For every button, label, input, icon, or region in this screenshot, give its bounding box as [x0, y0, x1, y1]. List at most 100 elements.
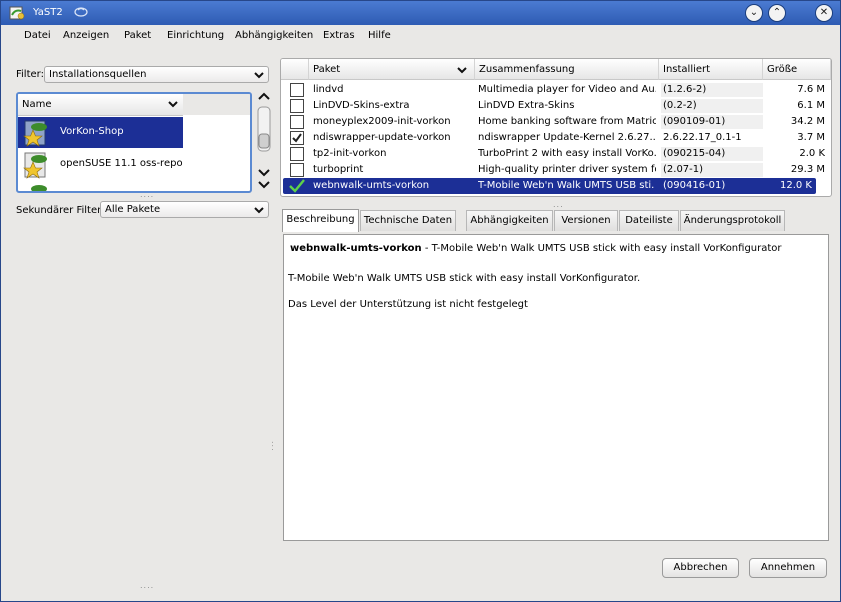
package-size: 12.0 K — [779, 180, 812, 191]
package-version-box: (1.2.6-2) — [661, 83, 763, 97]
table-row-selected[interactable]: webnwalk-umts-vorkon T-Mobile Web'n Walk… — [283, 178, 816, 194]
accept-button[interactable]: Annehmen — [749, 558, 827, 578]
package-summary: Home banking software from Matric... — [478, 116, 656, 127]
table-row[interactable]: ndiswrapper-update-vorkon ndiswrapper Up… — [281, 130, 831, 146]
tab-label: Versionen — [561, 215, 611, 226]
description-body: T-Mobile Web'n Walk UMTS USB stick with … — [288, 273, 641, 284]
chevron-down-icon — [457, 67, 467, 74]
package-size: 6.1 M — [797, 100, 825, 111]
window-title: YaST2 — [33, 7, 63, 18]
tab-versionen[interactable]: Versionen — [554, 210, 618, 231]
menu-einrichtung[interactable]: Einrichtung — [167, 30, 224, 41]
status-checkbox-checked[interactable] — [290, 131, 304, 145]
splitter-handle[interactable]: .... — [140, 190, 154, 199]
repo-list-header-label: Name — [22, 99, 52, 110]
table-row[interactable]: moneyplex2009-init-vorkon Home banking s… — [281, 114, 831, 130]
status-checkbox[interactable] — [290, 83, 304, 97]
yast-app-icon — [9, 6, 25, 20]
status-checkbox[interactable] — [290, 147, 304, 161]
status-checkbox[interactable] — [290, 99, 304, 113]
filter-label: Filter: — [16, 69, 44, 80]
column-header-installiert[interactable]: Installiert (Verfügbar) — [659, 59, 763, 96]
description-heading-summary: - T-Mobile Web'n Walk UMTS USB stick wit… — [421, 243, 782, 254]
cancel-button[interactable]: Abbrechen — [662, 558, 739, 578]
package-version-box: (090109-01) — [661, 115, 763, 129]
repo-item-label: VorKon-Shop — [60, 126, 124, 137]
table-row[interactable]: turboprint High-quality printer driver s… — [281, 162, 831, 178]
package-version: (2.07-1) — [663, 164, 704, 175]
menu-bar: Datei Anzeigen Paket Einrichtung Abhängi… — [1, 25, 840, 47]
column-header-status[interactable] — [281, 59, 309, 80]
repo-list-scrollbar[interactable] — [256, 92, 272, 193]
repo-list-header-name[interactable]: Name — [18, 94, 183, 116]
table-row[interactable]: LinDVD-Skins-extra LinDVD Extra-Skins (0… — [281, 98, 831, 114]
package-summary: LinDVD Extra-Skins — [478, 100, 575, 111]
package-summary: ndiswrapper Update-Kernel 2.6.27.... — [478, 132, 656, 143]
column-header-paket[interactable]: Paket — [309, 59, 475, 80]
package-table[interactable]: Paket Zusammenfassung Installiert (Verfü… — [280, 58, 832, 197]
package-size: 2.0 K — [799, 148, 825, 159]
chevron-down-icon — [254, 72, 264, 79]
tab-beschreibung[interactable]: Beschreibung — [282, 209, 359, 232]
filter-select[interactable]: Installationsquellen — [44, 66, 269, 83]
tab-label: Änderungsprotokoll — [683, 215, 782, 226]
package-version: (090109-01) — [663, 116, 726, 127]
package-name: LinDVD-Skins-extra — [313, 100, 410, 111]
repository-list[interactable]: Name VorKon-Shop openSUSE 11.1 oss-repo — [16, 92, 252, 193]
secondary-filter-label: Sekundärer Filter: — [16, 205, 105, 216]
package-version: (0.2-2) — [663, 100, 697, 111]
chevron-down-icon — [168, 101, 178, 108]
menu-hilfe[interactable]: Hilfe — [368, 30, 391, 41]
table-row[interactable]: lindvd Multimedia player for Video and A… — [281, 82, 831, 98]
repository-star-icon — [31, 185, 47, 191]
menu-datei[interactable]: Datei — [24, 30, 51, 41]
package-version: (1.2.6-2) — [663, 84, 707, 95]
secondary-filter-select[interactable]: Alle Pakete — [100, 201, 269, 218]
package-name: webnwalk-umts-vorkon — [313, 180, 430, 191]
package-version: (090215-04) — [663, 148, 726, 159]
menu-paket[interactable]: Paket — [124, 30, 151, 41]
repo-item-vorkon-shop[interactable]: VorKon-Shop — [18, 117, 183, 148]
status-checkbox[interactable] — [290, 115, 304, 129]
tab-dateiliste[interactable]: Dateiliste — [619, 210, 679, 231]
maximize-icon[interactable]: ⌃ — [769, 5, 785, 21]
install-checkmark-icon — [289, 179, 305, 193]
splitter-handle[interactable]: ... — [553, 200, 564, 209]
package-name: tp2-init-vorkon — [313, 148, 387, 159]
context-help-icon[interactable] — [73, 4, 89, 20]
repo-item-opensuse-oss[interactable]: openSUSE 11.1 oss-repo — [18, 149, 183, 180]
package-summary: Multimedia player for Video and Au... — [478, 84, 656, 95]
column-header-zusammenfassung[interactable]: Zusammenfassung — [475, 59, 659, 80]
repository-star-icon — [23, 152, 47, 179]
tab-aenderungsprotokoll[interactable]: Änderungsprotokoll — [680, 210, 785, 231]
cancel-button-label: Abbrechen — [673, 562, 728, 573]
minimize-icon[interactable]: ⌄ — [746, 5, 762, 21]
resize-grip[interactable]: .... — [140, 581, 154, 590]
filter-select-value: Installationsquellen — [49, 69, 147, 80]
column-header-label: Zusammenfassung — [479, 64, 575, 75]
package-version-box: (2.07-1) — [661, 163, 763, 177]
close-icon[interactable]: ✕ — [816, 5, 832, 21]
status-checkbox[interactable] — [290, 163, 304, 177]
chevron-down-icon — [254, 207, 264, 214]
tab-technische-daten[interactable]: Technische Daten — [360, 210, 456, 231]
column-header-groesse[interactable]: Größe — [763, 59, 831, 80]
package-name: moneyplex2009-init-vorkon — [313, 116, 451, 127]
table-row[interactable]: tp2-init-vorkon TurboPrint 2 with easy i… — [281, 146, 831, 162]
vertical-splitter-handle[interactable]: ... — [270, 441, 279, 452]
description-panel: webnwalk-umts-vorkon - T-Mobile Web'n Wa… — [283, 234, 829, 541]
package-summary: T-Mobile Web'n Walk UMTS USB sti... — [478, 180, 654, 191]
menu-abhaengigkeiten[interactable]: Abhängigkeiten — [235, 30, 313, 41]
accept-button-label: Annehmen — [760, 562, 816, 573]
secondary-filter-value: Alle Pakete — [105, 204, 161, 215]
column-header-label: Paket — [313, 64, 341, 75]
repository-star-icon — [23, 120, 47, 147]
package-version-box: (0.2-2) — [661, 99, 763, 113]
package-version: 2.6.22.17_0.1-1 — [663, 132, 742, 143]
menu-anzeigen[interactable]: Anzeigen — [63, 30, 109, 41]
menu-extras[interactable]: Extras — [323, 30, 355, 41]
column-header-label: Größe — [767, 64, 798, 75]
tab-abhaengigkeiten[interactable]: Abhängigkeiten — [466, 210, 553, 231]
repo-item-partial[interactable] — [18, 181, 183, 191]
package-name: turboprint — [313, 164, 364, 175]
